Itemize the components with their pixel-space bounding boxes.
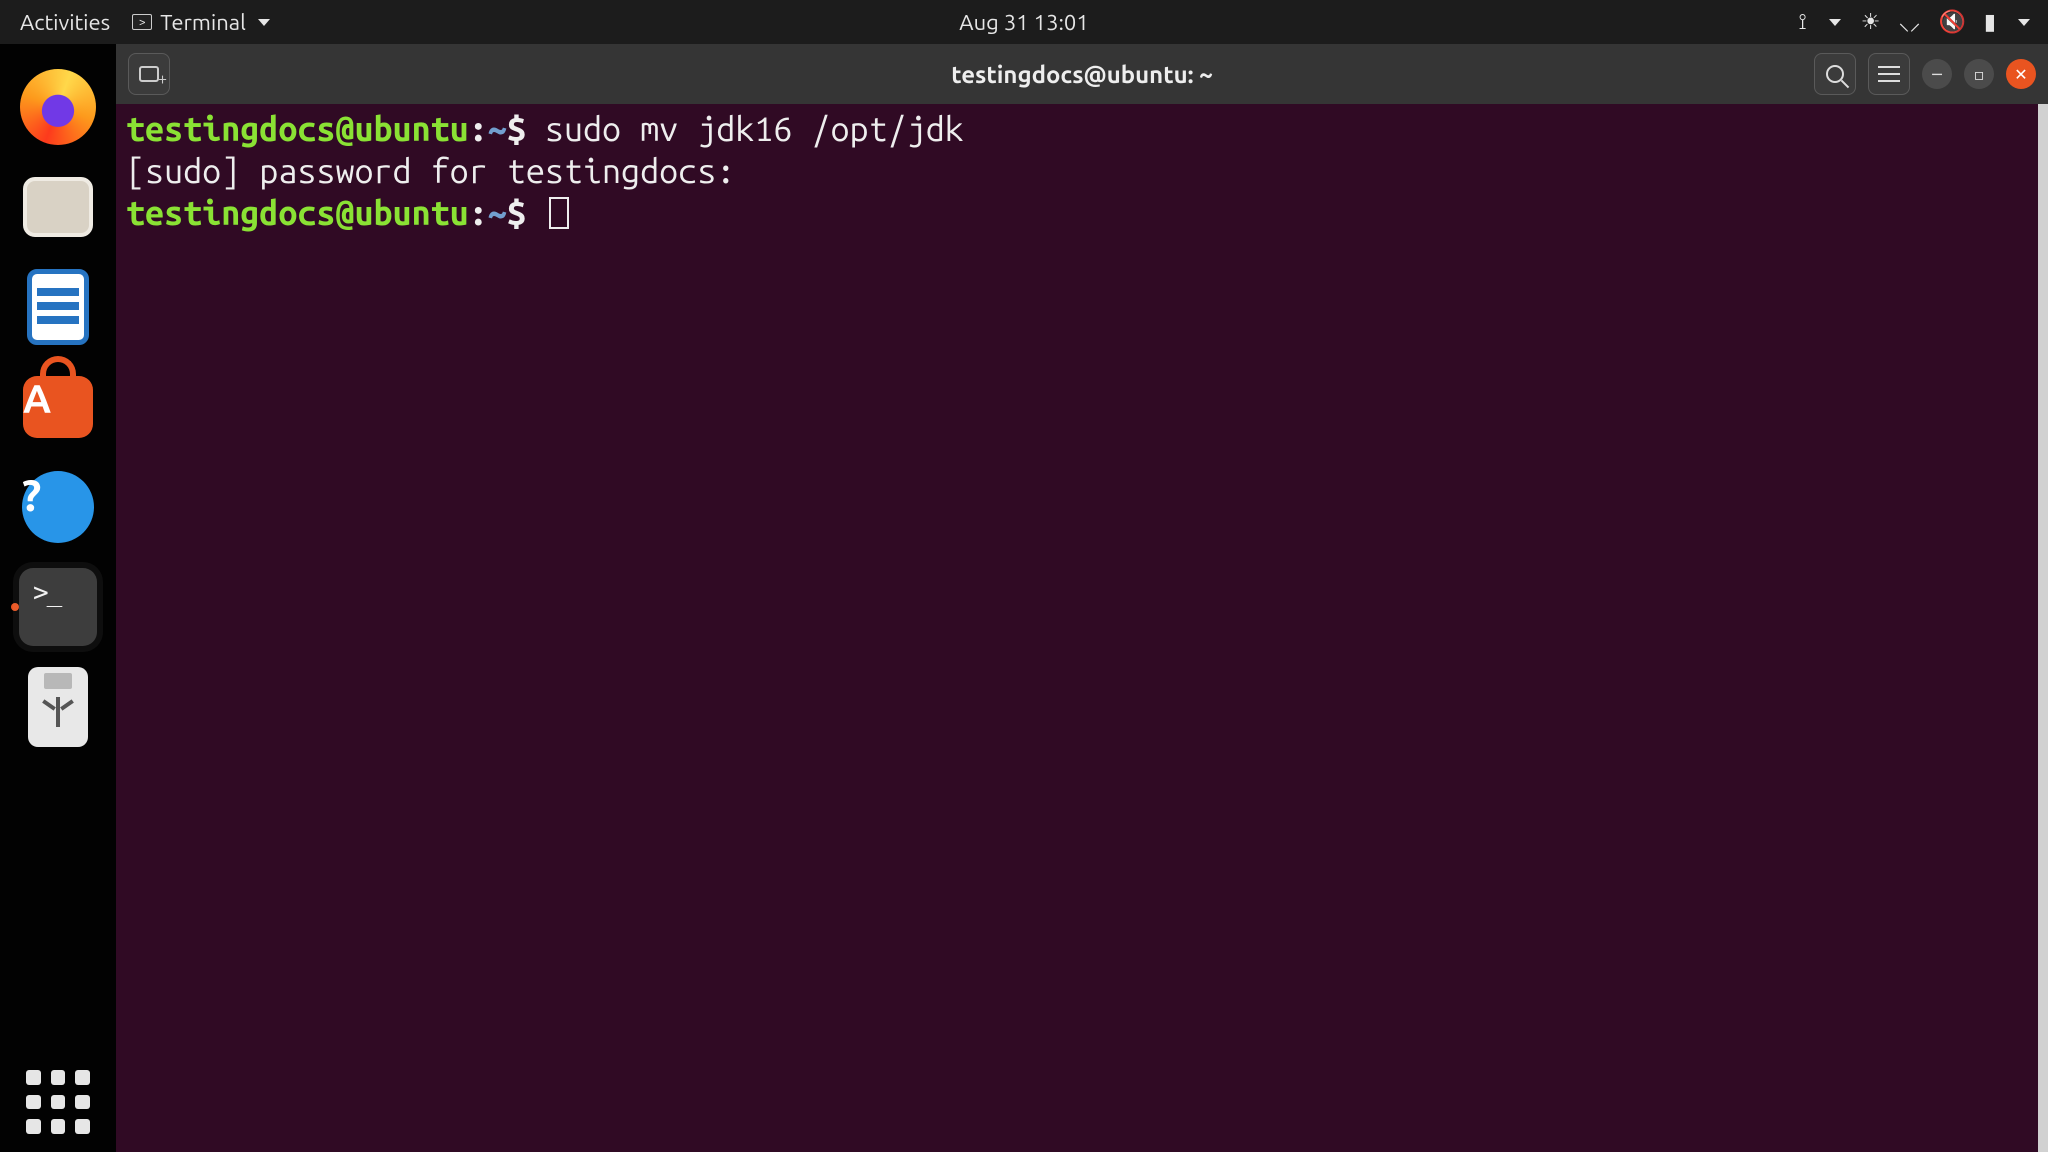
dock-item-terminal[interactable] [19, 568, 97, 646]
ubuntu-dock [0, 44, 116, 1152]
dock-item-ubuntu-software[interactable] [19, 368, 97, 446]
maximize-button[interactable]: ▫ [1964, 59, 1994, 89]
close-button[interactable]: ✕ [2006, 59, 2036, 89]
app-menu[interactable]: > Terminal [126, 8, 276, 37]
gnome-top-panel: Activities > Terminal Aug 31 13:01 ⟟ ☀ ⸜… [0, 0, 2048, 44]
brightness-icon: ☀ [1861, 9, 1881, 35]
dock-item-help[interactable] [19, 468, 97, 546]
dock-item-writer[interactable] [19, 268, 97, 346]
app-menu-label: Terminal [160, 10, 246, 35]
chevron-down-icon[interactable] [1829, 19, 1841, 26]
terminal-icon: > [132, 14, 152, 30]
chevron-down-icon [258, 19, 270, 26]
window-title: testingdocs@ubuntu: ~ [951, 61, 1212, 88]
volume-muted-icon: 🔇 [1938, 9, 1965, 35]
accessibility-icon[interactable]: ⟟ [1799, 9, 1807, 35]
window-titlebar: testingdocs@ubuntu: ~ ─ ▫ ✕ [116, 44, 2048, 104]
minimize-button[interactable]: ─ [1922, 59, 1952, 89]
search-button[interactable] [1814, 53, 1856, 95]
search-icon [1826, 65, 1844, 83]
chevron-down-icon [2018, 19, 2030, 26]
terminal-output-area[interactable]: testingdocs@ubuntu:~$ sudo mv jdk16 /opt… [116, 104, 2048, 1152]
dock-item-files[interactable] [19, 168, 97, 246]
system-status-area[interactable]: ☀ ⸜⸝ 🔇 ▮ [1861, 7, 2030, 37]
hamburger-icon [1878, 73, 1900, 75]
dock-item-firefox[interactable] [19, 68, 97, 146]
new-tab-icon [139, 66, 159, 82]
hamburger-menu-button[interactable] [1868, 53, 1910, 95]
dock-item-usb-drive[interactable] [19, 668, 97, 746]
clock[interactable]: Aug 31 13:01 [959, 10, 1088, 35]
battery-icon: ▮ [1984, 9, 1996, 35]
terminal-window: testingdocs@ubuntu: ~ ─ ▫ ✕ testingdocs@… [116, 44, 2048, 1152]
new-tab-button[interactable] [128, 53, 170, 95]
wifi-icon: ⸜⸝ [1898, 7, 1920, 37]
activities-button[interactable]: Activities [14, 6, 116, 39]
show-applications-button[interactable] [26, 1070, 90, 1134]
